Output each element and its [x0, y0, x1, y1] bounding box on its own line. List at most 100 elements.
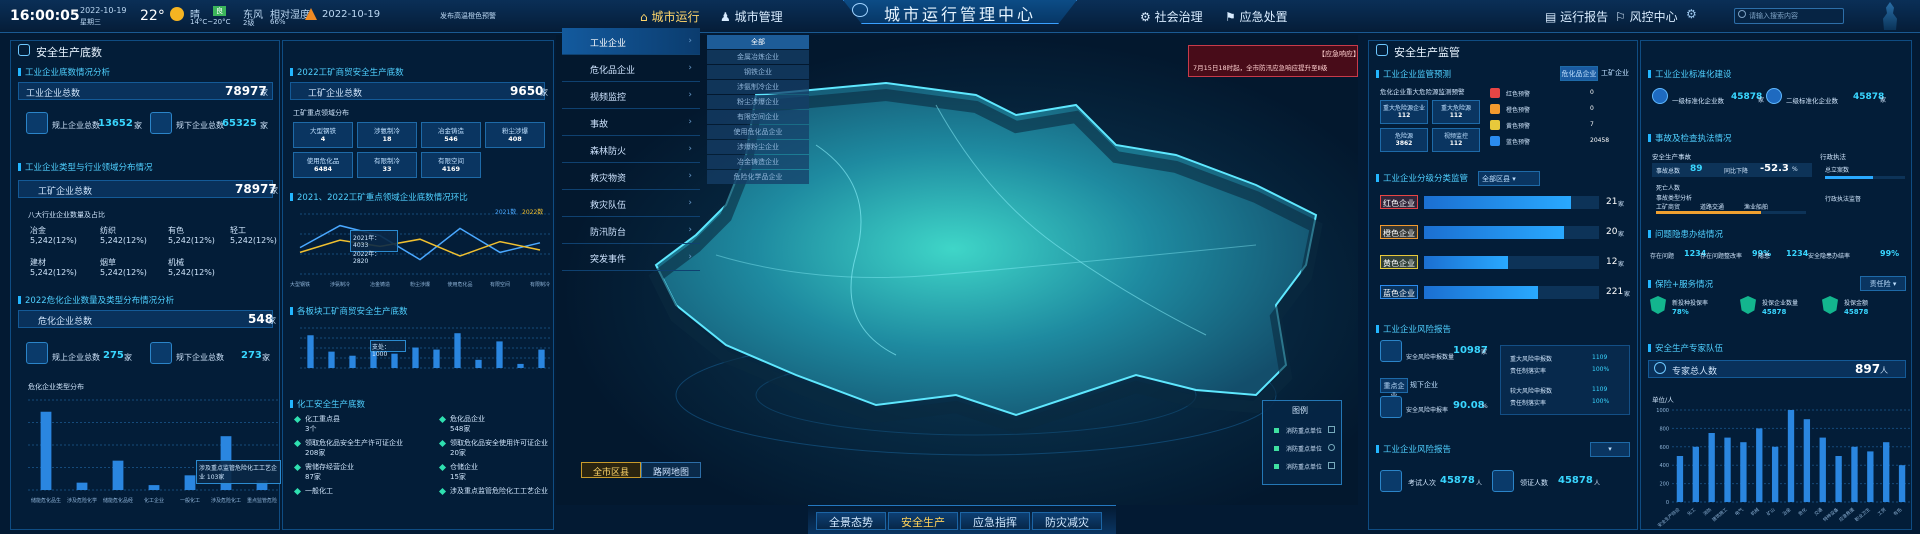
menu-item[interactable]: 事故 › [562, 109, 700, 136]
settings-gear-icon[interactable]: ⚙ [1686, 7, 1697, 21]
submenu-item[interactable]: 粉尘涉爆企业 [707, 95, 809, 109]
legend-checkbox[interactable] [1328, 444, 1335, 451]
menu-item[interactable]: 视频监控 › [562, 82, 700, 109]
x-tick: 职业卫生 [1853, 506, 1872, 523]
bar [1708, 433, 1715, 502]
label: 事故总数 [1656, 168, 1681, 175]
x-tick: 矿山 [1765, 506, 1777, 517]
date: 2022-10-19 [80, 6, 127, 15]
insurance-select[interactable]: 责任险 ▾ [1860, 276, 1906, 291]
alarm-name: 橙色预警 [1506, 107, 1531, 114]
x-tick: 电气 [1733, 506, 1745, 517]
bar [538, 349, 545, 368]
alarm-icon [1490, 104, 1500, 114]
menu-item[interactable]: 突发事件 › [562, 244, 700, 271]
warning-text[interactable]: 发布高温橙色预警 [440, 11, 496, 21]
tick-label: 涉及危险化工 [211, 497, 241, 504]
bar [184, 475, 196, 490]
menu-item[interactable]: 救灾队伍 › [562, 190, 700, 217]
legend-checkbox[interactable] [1328, 462, 1335, 469]
tab-key-enterprise[interactable]: 重点企业 [1380, 378, 1408, 400]
submenu-item[interactable]: 钢铁企业 [707, 65, 809, 79]
y-tick: 600 [1659, 445, 1669, 451]
unit: 家 [1481, 349, 1488, 356]
sub-label: 八大行业企业数量及占比 [28, 211, 105, 219]
search-icon[interactable] [1738, 10, 1746, 18]
issue-name: 隐患 [1758, 253, 1771, 260]
grade-value: 12 [1606, 257, 1618, 267]
unit: 家 [1758, 97, 1765, 104]
chem-name: 危化品企业 [450, 415, 485, 423]
submenu-item[interactable]: 冶金铸造企业 [707, 155, 809, 169]
label: 规下企业总数 [176, 121, 224, 130]
menu-item[interactable]: 森林防火 › [562, 136, 700, 163]
menu-item[interactable]: 危化品企业 › [562, 55, 700, 82]
map-toggle-district[interactable]: 全市区县 [581, 462, 641, 478]
domain-tag: 涉氨制冷 18 [357, 122, 417, 148]
medal-icon [1652, 88, 1668, 104]
label: 规下企业总数 [176, 353, 224, 362]
x-tick: 涉氨制冷 [330, 281, 350, 288]
search-input[interactable]: 请输入搜索内容 [1734, 8, 1844, 24]
tab-safety-production[interactable]: 安全生产 [888, 512, 958, 530]
menu-item[interactable]: 救灾物资 › [562, 163, 700, 190]
nav-city-management[interactable]: ♟ 城市管理 [720, 8, 783, 25]
submenu-item[interactable]: 危险化学品企业 [707, 170, 809, 184]
chem-value: 87家 [305, 473, 321, 481]
nav-report[interactable]: ▤ 运行报告 [1545, 8, 1608, 25]
nav-city-operation[interactable]: ⌂ 城市运行 [640, 8, 699, 25]
tab-small-enterprise[interactable]: 规下企业 [1410, 378, 1438, 393]
bar [391, 353, 398, 368]
industry-name: 烟草 [100, 258, 116, 267]
sub-label: 工矿重点领域分布 [293, 109, 349, 117]
page-title: 城市运行管理中心 [883, 5, 1036, 24]
x-tick: 有色 [1892, 506, 1904, 517]
submenu-item[interactable]: 全部 [707, 35, 809, 49]
submenu-item[interactable]: 涉氨制冷企业 [707, 80, 809, 94]
label: 危化企业总数 [38, 317, 93, 327]
filter-select[interactable]: ▾ [1590, 442, 1630, 457]
value: 65325 [222, 118, 257, 129]
bar [349, 355, 356, 368]
legend-marker [1274, 428, 1279, 433]
submenu-item[interactable]: 涉爆粉尘企业 [707, 140, 809, 154]
tab-mining[interactable]: 工矿企业 [1600, 66, 1630, 81]
tab-disaster-reduction[interactable]: 防灾减灾 [1032, 512, 1102, 530]
clock-time: 16:00:05 [10, 8, 80, 24]
nav-social-governance[interactable]: ⚙ 社会治理 [1140, 8, 1203, 25]
submenu-item[interactable]: 金属冶炼企业 [707, 50, 809, 64]
district-select[interactable]: 全部区县 ▾ [1478, 171, 1540, 186]
top-bar: 16:00:05 2022-10-19 星期三 22° 晴 良 14°C~20°… [0, 0, 1920, 33]
issue-name: 存在问题 [1650, 253, 1675, 260]
legend-checkbox[interactable] [1328, 426, 1335, 433]
domain-tag: 有限制冷 33 [357, 152, 417, 178]
bar [1740, 442, 1747, 502]
unit: 家 [260, 121, 268, 130]
industry-value: 5,242(12%) [230, 236, 277, 245]
aqi-badge: 良 [213, 6, 226, 16]
nav-risk-center[interactable]: ⚐ 风控中心 [1615, 8, 1678, 25]
x-tick: 工贸 [1876, 506, 1888, 517]
menu-item[interactable]: 防汛防台 › [562, 217, 700, 244]
domain-tag: 冶金铸造 546 [421, 122, 481, 148]
unit: 家 [270, 186, 278, 195]
temperature: 22° [140, 8, 165, 24]
tab-overview[interactable]: 全景态势 [816, 512, 886, 530]
section-title: 安全生产专家队伍 [1648, 342, 1723, 354]
chart-tooltip: 涉及重点监管危险化工工艺企业 103家 [196, 460, 281, 484]
unit: % [1792, 166, 1798, 173]
tick-label: 重点监管危险 [247, 497, 277, 504]
ins-value: 45878 [1844, 308, 1869, 316]
map-toggle-road[interactable]: 路网地图 [641, 462, 701, 478]
tab-emergency-command[interactable]: 应急指挥 [960, 512, 1030, 530]
nav-emergency[interactable]: ⚑ 应急处置 [1225, 8, 1288, 25]
bar [412, 347, 419, 368]
label: 总立案数 [1825, 167, 1850, 174]
tab-hazchem[interactable]: 危化品企业 [1560, 66, 1598, 81]
submenu-item[interactable]: 有限空间企业 [707, 110, 809, 124]
grade-value: 221 [1606, 287, 1624, 297]
menu-item[interactable]: 工业企业 › [562, 28, 700, 55]
grade-label: 蓝色企业 [1380, 285, 1418, 299]
submenu-item[interactable]: 使用危化品企业 [707, 125, 809, 139]
label: 工矿商贸 [1656, 204, 1681, 211]
